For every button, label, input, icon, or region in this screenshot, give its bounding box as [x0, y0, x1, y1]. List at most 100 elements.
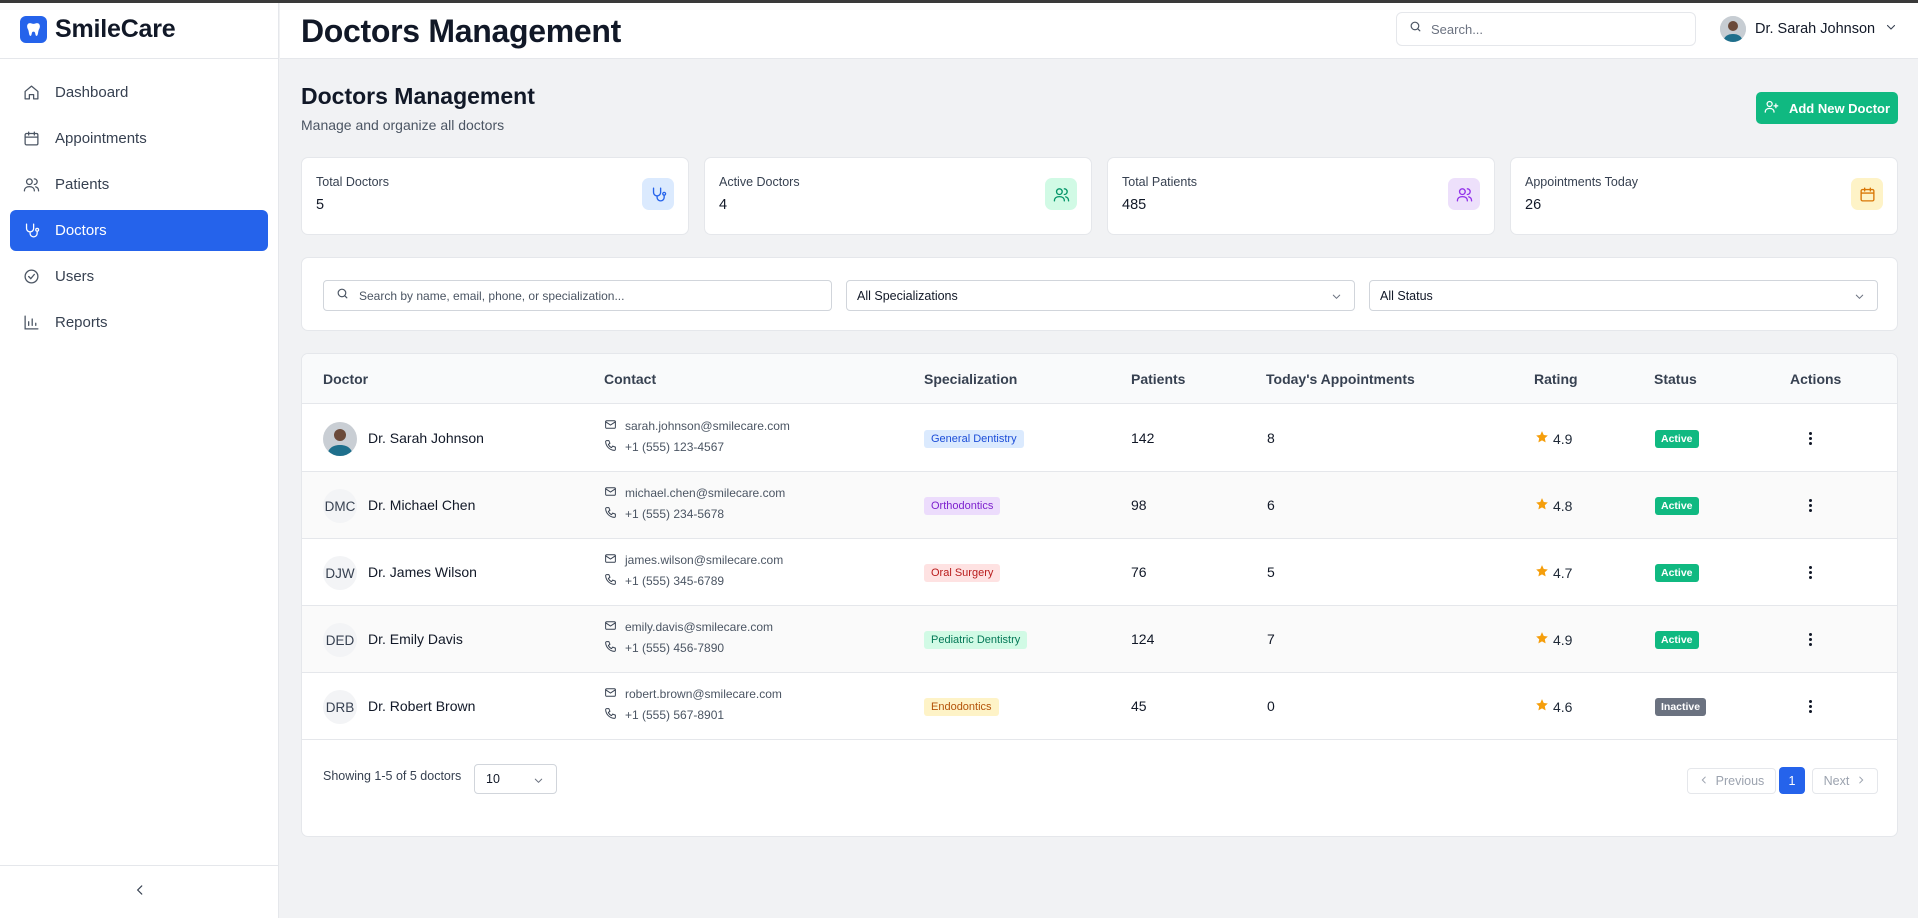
mail-icon [604, 418, 625, 434]
header-search-input[interactable] [1431, 21, 1671, 37]
specialization-badge: General Dentistry [924, 430, 1024, 448]
table-row[interactable]: Dr. Sarah Johnson sarah.johnson@smilecare… [302, 405, 1897, 472]
patients-count: 124 [1131, 631, 1155, 647]
chevron-right-icon [1849, 774, 1866, 788]
doctor-name[interactable]: Dr. James Wilson [368, 564, 477, 580]
check-circle-icon [22, 268, 40, 286]
patients-count: 76 [1131, 564, 1147, 580]
status-badge: Active [1655, 631, 1699, 649]
contact-email: michael.chen@smilecare.com [604, 485, 785, 501]
stat-value: 485 [1122, 197, 1147, 213]
chevron-left-icon [1699, 774, 1716, 788]
doctor-initials: DJW [325, 565, 355, 581]
stat-card-total-doctors: Total Doctors 5 [301, 157, 689, 235]
phone-icon [604, 707, 625, 723]
sidebar-item-users[interactable]: Users [10, 256, 268, 297]
doctor-initials: DMC [324, 498, 356, 514]
patients-count: 142 [1131, 430, 1155, 446]
contact-phone: +1 (555) 123-4567 [604, 439, 724, 455]
table-row[interactable]: DED Dr. Emily Davis emily.davis@smilecare.… [302, 606, 1897, 673]
status-select-value: All Status [1380, 288, 1433, 303]
specialization-badge: Pediatric Dentistry [924, 631, 1028, 649]
previous-page-label: Previous [1715, 774, 1765, 788]
header-search-box[interactable] [1396, 12, 1696, 46]
per-page-value: 10 [486, 772, 500, 786]
doctor-name[interactable]: Dr. Michael Chen [368, 497, 475, 513]
brand[interactable]: SmileCare [0, 0, 278, 59]
row-actions-menu-button[interactable] [1800, 494, 1820, 516]
previous-page-button[interactable]: Previous [1687, 768, 1776, 794]
doctor-name[interactable]: Dr. Sarah Johnson [368, 430, 484, 446]
rating-value: 4.9 [1553, 631, 1573, 648]
column-header-doctor[interactable]: Doctor [323, 371, 368, 387]
status-select[interactable]: All Status [1369, 280, 1878, 311]
sidebar-item-appointments[interactable]: Appointments [10, 118, 268, 159]
stat-value: 4 [719, 197, 728, 213]
chevron-down-icon [1854, 291, 1865, 305]
doctor-avatar: DMC [323, 489, 357, 523]
collapse-sidebar-button[interactable] [0, 865, 279, 918]
phone-text: +1 (555) 456-7890 [625, 641, 725, 655]
sidebar-item-patients[interactable]: Patients [10, 164, 268, 205]
phone-icon [604, 506, 625, 522]
doctor-search-input[interactable] [359, 288, 829, 303]
column-header-contact[interactable]: Contact [604, 371, 656, 387]
mail-icon [604, 552, 625, 568]
contact-phone: +1 (555) 567-8901 [604, 707, 724, 723]
next-page-button[interactable]: Next [1812, 768, 1878, 794]
stat-card-total-patients: Total Patients 485 [1107, 157, 1495, 235]
sidebar-item-reports[interactable]: Reports [10, 302, 268, 343]
add-doctor-label: Add New Doctor [1788, 100, 1891, 116]
chevron-down-icon [1885, 20, 1897, 38]
sidebar-item-dashboard[interactable]: Dashboard [10, 72, 268, 113]
rating: 4.6 [1535, 698, 1572, 715]
stat-label: Active Doctors [719, 175, 800, 189]
table-row[interactable]: DJW Dr. James Wilson james.wilson@smilecar… [302, 539, 1897, 606]
stat-label: Total Patients [1122, 175, 1198, 189]
pagination-summary: Showing 1-5 of 5 doctors [323, 769, 462, 783]
top-header: Doctors Management Dr. Sarah Johnson [280, 3, 1918, 59]
home-icon [22, 84, 40, 102]
add-doctor-button[interactable]: Add New Doctor [1756, 92, 1898, 124]
todays-appointments-count: 5 [1267, 564, 1275, 580]
column-header-specialization[interactable]: Specialization [924, 371, 1017, 387]
table-row[interactable]: DMC Dr. Michael Chen michael.chen@smilecar… [302, 472, 1897, 539]
patients-count: 98 [1131, 497, 1147, 513]
row-actions-menu-button[interactable] [1800, 695, 1820, 717]
page-subtitle: Manage and organize all doctors [301, 117, 505, 133]
calendar-icon [22, 130, 40, 148]
doctor-name[interactable]: Dr. Emily Davis [368, 631, 463, 647]
per-page-select[interactable]: 10 [474, 764, 557, 794]
row-actions-menu-button[interactable] [1800, 427, 1820, 449]
rating-value: 4.7 [1553, 564, 1573, 581]
users-icon [22, 176, 40, 194]
stat-label: Appointments Today [1525, 175, 1639, 189]
contact-email: robert.brown@smilecare.com [604, 686, 782, 702]
column-header-todays-appointments[interactable]: Today's Appointments [1266, 371, 1415, 387]
column-header-patients[interactable]: Patients [1131, 371, 1185, 387]
sidebar-item-doctors[interactable]: Doctors [10, 210, 268, 251]
doctor-name[interactable]: Dr. Robert Brown [368, 698, 475, 714]
email-text: robert.brown@smilecare.com [625, 687, 782, 701]
sidebar-item-label: Reports [55, 314, 108, 331]
row-actions-menu-button[interactable] [1800, 561, 1820, 583]
stat-label: Total Doctors [316, 175, 389, 189]
row-actions-menu-button[interactable] [1800, 628, 1820, 650]
column-header-status[interactable]: Status [1654, 371, 1697, 387]
status-badge: Active [1655, 430, 1699, 448]
mail-icon [604, 686, 625, 702]
phone-text: +1 (555) 345-6789 [625, 574, 725, 588]
sidebar-item-label: Appointments [55, 130, 147, 147]
doctor-search-box[interactable] [323, 280, 832, 311]
column-header-rating[interactable]: Rating [1534, 371, 1578, 387]
user-menu[interactable]: Dr. Sarah Johnson [1720, 16, 1897, 42]
tooth-logo-icon [20, 15, 47, 43]
chevron-down-icon [533, 775, 544, 789]
mail-icon [604, 619, 625, 635]
email-text: michael.chen@smilecare.com [625, 486, 786, 500]
table-row[interactable]: DRB Dr. Robert Brown robert.brown@smilecar… [302, 673, 1897, 740]
specialization-select[interactable]: All Specializations [846, 280, 1355, 311]
page-number-button[interactable]: 1 [1779, 767, 1805, 794]
rating-value: 4.9 [1553, 430, 1573, 447]
todays-appointments-count: 0 [1267, 698, 1275, 714]
